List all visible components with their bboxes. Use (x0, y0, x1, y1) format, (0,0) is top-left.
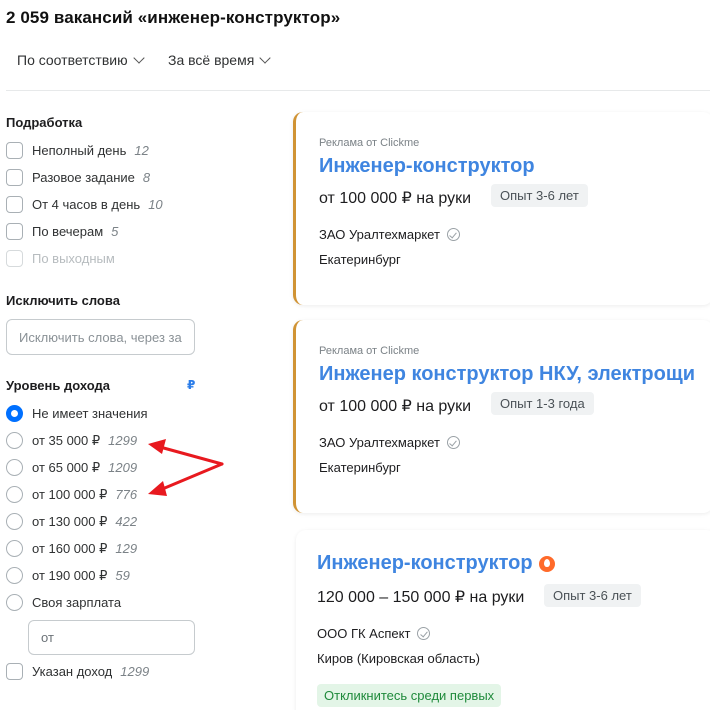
count-label: 1299 (120, 664, 150, 679)
radio-label: от 65 000 ₽ (32, 459, 101, 475)
exclude-words-input[interactable]: Исключить слова, через за (6, 319, 195, 355)
company-name-text: ООО ГК Аспект (317, 626, 411, 641)
income-section-title: Уровень дохода (6, 378, 111, 393)
count-label: 5 (111, 224, 119, 239)
radio-button[interactable] (6, 540, 23, 557)
sort-period-dropdown[interactable]: За всё время (168, 52, 271, 68)
checkbox[interactable] (6, 196, 23, 213)
ad-label: Реклама от Clickme (319, 137, 420, 149)
radio-label: от 100 000 ₽ (32, 486, 108, 502)
respond-first-badge: Откликнитесь среди первых (317, 684, 502, 707)
experience-badge: Опыт 3-6 лет (544, 584, 641, 607)
income-option-any[interactable]: Не имеет значения (6, 405, 148, 422)
company-name[interactable]: ЗАО Уралтехмаркет (319, 435, 460, 450)
vacancy-city: Киров (Кировская область) (317, 651, 481, 666)
ad-label: Реклама от Clickme (319, 345, 420, 357)
currency-switch[interactable]: ₽ (187, 378, 195, 392)
count-label: 12 (134, 143, 149, 158)
experience-badge: Опыт 1-3 года (491, 392, 594, 415)
vacancy-title-text: Инженер-конструктор (317, 552, 533, 574)
checkbox[interactable] (6, 223, 23, 240)
filter-weekends[interactable]: По выходным (6, 250, 115, 267)
arrow-head-icon (148, 481, 167, 496)
checkbox-label: По выходным (32, 251, 115, 266)
vacancy-city: Екатеринбург (319, 252, 401, 267)
count-label: 59 (115, 568, 130, 583)
income-option-130000[interactable]: от 130 000 ₽ 422 (6, 513, 137, 530)
income-option-160000[interactable]: от 160 000 ₽ 129 (6, 540, 137, 557)
vacancy-title-link[interactable]: Инженер-конструктор (317, 552, 555, 575)
radio-button[interactable] (6, 513, 23, 530)
checkbox-label: Указан доход (32, 664, 113, 679)
count-label: 1299 (108, 433, 138, 448)
income-option-100000[interactable]: от 100 000 ₽ 776 (6, 486, 137, 503)
radio-button[interactable] (6, 486, 23, 503)
checkbox-label: От 4 часов в день (32, 197, 141, 212)
company-name-text: ЗАО Уралтехмаркет (319, 435, 440, 450)
checkbox[interactable] (6, 663, 23, 680)
fire-icon (538, 555, 555, 572)
filter-4-hours[interactable]: От 4 часов в день 10 (6, 196, 163, 213)
radio-button[interactable] (6, 405, 23, 422)
vacancy-card[interactable]: Реклама от Clickme Инженер конструктор Н… (293, 320, 710, 513)
radio-label: от 160 000 ₽ (32, 540, 108, 556)
part-time-section-title: Подработка (6, 115, 83, 130)
radio-button[interactable] (6, 432, 23, 449)
vacancy-title-link[interactable]: Инженер-конструктор (319, 155, 535, 178)
checkbox-label: По вечерам (32, 224, 104, 239)
radio-label: Не имеет значения (32, 406, 148, 421)
checkbox[interactable] (6, 142, 23, 159)
vacancy-card[interactable]: Инженер-конструктор 120 000 – 150 000 ₽ … (296, 530, 710, 710)
radio-label: от 130 000 ₽ (32, 513, 108, 529)
radio-button[interactable] (6, 567, 23, 584)
radio-button[interactable] (6, 459, 23, 476)
sort-relevance-label: По соответствию (17, 52, 128, 68)
vacancy-title-link[interactable]: Инженер конструктор НКУ, электрощи (319, 363, 695, 386)
verified-check-icon (446, 436, 460, 449)
vacancy-city: Екатеринбург (319, 460, 401, 475)
company-name-text: ЗАО Уралтехмаркет (319, 227, 440, 242)
count-label: 1209 (108, 460, 138, 475)
checkbox-label: Неполный день (32, 143, 127, 158)
radio-label: Своя зарплата (32, 595, 122, 610)
radio-label: от 190 000 ₽ (32, 567, 108, 583)
verified-check-icon (446, 228, 460, 241)
income-option-35000[interactable]: от 35 000 ₽ 1299 (6, 432, 137, 449)
vacancy-salary: от 100 000 ₽ на руки (319, 190, 472, 207)
company-name[interactable]: ООО ГК Аспект (317, 626, 431, 641)
count-label: 422 (115, 514, 138, 529)
filter-salary-specified[interactable]: Указан доход 1299 (6, 663, 149, 680)
checkbox-label: Разовое задание (32, 170, 135, 185)
chevron-down-icon (132, 52, 145, 64)
checkbox[interactable] (6, 169, 23, 186)
income-option-65000[interactable]: от 65 000 ₽ 1209 (6, 459, 137, 476)
count-label: 8 (142, 170, 151, 185)
checkbox[interactable] (6, 250, 23, 267)
header-divider (6, 90, 710, 91)
sort-period-label: За всё время (168, 52, 255, 68)
count-label: 10 (148, 197, 163, 212)
exclude-words-section-title: Исключить слова (6, 293, 120, 308)
income-option-custom[interactable]: Своя зарплата (6, 594, 121, 611)
radio-button[interactable] (6, 594, 23, 611)
filter-part-time-day[interactable]: Неполный день 12 (6, 142, 149, 159)
annotation-arrow-lines (158, 445, 224, 492)
filter-one-time-task[interactable]: Разовое задание 8 (6, 169, 150, 186)
experience-badge: Опыт 3-6 лет (491, 184, 588, 207)
page-title: 2 059 вакансий «инженер-конструктор» (6, 8, 341, 27)
vacancy-salary: от 100 000 ₽ на руки (319, 398, 472, 415)
sort-relevance-dropdown[interactable]: По соответствию (17, 52, 145, 68)
income-option-190000[interactable]: от 190 000 ₽ 59 (6, 567, 130, 584)
chevron-down-icon (259, 52, 271, 64)
filter-evenings[interactable]: По вечерам 5 (6, 223, 118, 240)
radio-label: от 35 000 ₽ (32, 432, 101, 448)
arrow-head-icon (148, 439, 166, 454)
custom-salary-input[interactable]: от (28, 620, 195, 655)
count-label: 129 (115, 541, 138, 556)
vacancy-salary: 120 000 – 150 000 ₽ на руки (317, 589, 525, 606)
count-label: 776 (115, 487, 138, 502)
company-name[interactable]: ЗАО Уралтехмаркет (319, 227, 460, 242)
verified-check-icon (417, 627, 431, 640)
vacancy-card[interactable]: Реклама от Clickme Инженер-конструктор о… (293, 112, 710, 305)
